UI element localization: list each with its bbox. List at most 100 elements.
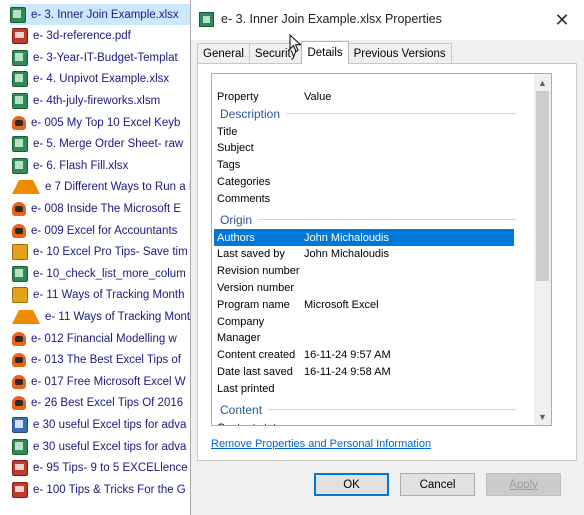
file-list-item[interactable]: e- 008 Inside The Microsoft E bbox=[12, 198, 202, 219]
property-list[interactable]: Property Value Description Title Subject Ta… bbox=[211, 73, 552, 426]
audio-file-icon bbox=[12, 396, 26, 411]
file-list-item[interactable]: e- 26 Best Excel Tips Of 2016 bbox=[12, 393, 202, 414]
property-row[interactable]: Subject bbox=[214, 140, 514, 157]
property-name: Subject bbox=[217, 142, 254, 155]
apply-button[interactable]: Apply bbox=[486, 473, 561, 496]
file-list-item[interactable]: e- 017 Free Microsoft Excel W bbox=[12, 371, 202, 392]
section-title-label: Description bbox=[220, 106, 281, 121]
property-list-scrollbar[interactable]: ▲ ▼ bbox=[534, 74, 551, 425]
pdf-file-icon bbox=[12, 28, 28, 45]
xlsx-file-icon bbox=[10, 6, 26, 23]
file-name: e- 012 Financial Modelling w bbox=[31, 332, 177, 345]
audio-file-icon bbox=[12, 115, 26, 130]
file-list-item[interactable]: e- 4th-july-fireworks.xlsm bbox=[12, 90, 202, 111]
dialog-titlebar[interactable]: e- 3. Inner Join Example.xlsx Properties… bbox=[191, 0, 584, 40]
vlc-file-icon bbox=[12, 309, 40, 324]
file-name: e- 95 Tips- 9 to 5 EXCELlence bbox=[33, 462, 188, 475]
file-name: e- 5. Merge Order Sheet- raw bbox=[33, 138, 184, 151]
file-name: e 7 Different Ways to Run a M bbox=[45, 181, 199, 194]
property-row[interactable]: Manager bbox=[214, 330, 514, 347]
scroll-thumb[interactable] bbox=[536, 91, 549, 281]
xlsx-file-icon bbox=[12, 71, 28, 88]
property-row[interactable]: Title bbox=[214, 123, 514, 140]
file-list-item[interactable]: e- 3d-reference.pdf bbox=[12, 26, 202, 47]
file-name: e- 3d-reference.pdf bbox=[33, 30, 131, 43]
remove-properties-link[interactable]: Remove Properties and Personal Informati… bbox=[211, 438, 431, 450]
file-list-item[interactable]: e- 4. Unpivot Example.xlsx bbox=[12, 69, 202, 90]
property-name: Categories bbox=[217, 175, 271, 188]
file-name: e- 11 Ways of Tracking Month bbox=[33, 289, 185, 302]
zip-file-icon bbox=[12, 287, 28, 304]
file-list-item[interactable]: e- 11 Ways of Tracking Month bbox=[12, 285, 202, 306]
property-row[interactable]: Comments bbox=[214, 190, 514, 207]
property-row[interactable]: Authors John Michaloudis bbox=[214, 229, 514, 246]
property-column-header[interactable]: Property bbox=[217, 91, 259, 103]
file-list-item[interactable]: e- 005 My Top 10 Excel Keyb bbox=[12, 112, 202, 133]
property-row[interactable]: Tags bbox=[214, 157, 514, 174]
tab-previous-versions[interactable]: Previous Versions bbox=[347, 43, 452, 64]
properties-dialog: e- 3. Inner Join Example.xlsx Properties… bbox=[190, 0, 584, 515]
audio-file-icon bbox=[12, 201, 26, 216]
close-button[interactable]: ✕ bbox=[539, 0, 584, 40]
file-list-item[interactable]: e- 6. Flash Fill.xlsx bbox=[12, 155, 202, 176]
property-row[interactable]: Last printed bbox=[214, 380, 514, 397]
property-row[interactable]: Last saved by John Michaloudis bbox=[214, 246, 514, 263]
file-list-item[interactable]: e- 012 Financial Modelling w bbox=[12, 328, 202, 349]
property-name: Last printed bbox=[217, 382, 275, 395]
property-name: Content status bbox=[217, 422, 288, 426]
scroll-up-button[interactable]: ▲ bbox=[534, 74, 551, 91]
file-name: e- 6. Flash Fill.xlsx bbox=[33, 159, 129, 172]
property-row[interactable]: Version number bbox=[214, 279, 514, 296]
file-name: e- 10 Excel Pro Tips- Save tim bbox=[33, 246, 188, 259]
property-name: Program name bbox=[217, 298, 290, 311]
property-row[interactable]: Content status bbox=[214, 419, 514, 426]
property-row[interactable]: Company bbox=[214, 313, 514, 330]
file-list-item[interactable]: e- 11 Ways of Tracking Month bbox=[12, 306, 202, 327]
property-name: Last saved by bbox=[217, 248, 285, 261]
file-list-item[interactable]: e- 10 Excel Pro Tips- Save tim bbox=[12, 242, 202, 263]
property-name: Tags bbox=[217, 159, 241, 172]
audio-file-icon bbox=[12, 223, 26, 238]
file-list-item[interactable]: e- 3-Year-IT-Budget-Templat bbox=[12, 47, 202, 68]
file-list-item[interactable]: e- 95 Tips- 9 to 5 EXCELlence bbox=[12, 458, 202, 479]
file-list-item[interactable]: e- 100 Tips & Tricks For the G bbox=[12, 479, 202, 500]
file-name: e- 4. Unpivot Example.xlsx bbox=[33, 73, 170, 86]
ok-button[interactable]: OK bbox=[314, 473, 389, 496]
section-title-label: Content bbox=[220, 402, 263, 417]
file-name: e- 26 Best Excel Tips Of 2016 bbox=[31, 397, 184, 410]
property-row[interactable]: Date last saved 16-11-24 9:58 AM bbox=[214, 363, 514, 380]
file-name: e 30 useful Excel tips for adva bbox=[33, 440, 187, 453]
chevron-up-icon: ▲ bbox=[538, 77, 547, 88]
file-list-item[interactable]: e- 013 The Best Excel Tips of bbox=[12, 350, 202, 371]
property-row[interactable]: Categories bbox=[214, 173, 514, 190]
pdf-file-icon bbox=[12, 460, 28, 477]
property-row[interactable]: Content created 16-11-24 9:57 AM bbox=[214, 347, 514, 364]
property-name: Authors bbox=[217, 231, 255, 244]
close-icon: ✕ bbox=[554, 9, 570, 30]
file-list-item[interactable]: e- 009 Excel for Accountants bbox=[12, 220, 202, 241]
zip-file-icon bbox=[12, 244, 28, 261]
value-column-header[interactable]: Value bbox=[304, 91, 331, 103]
scroll-down-button[interactable]: ▼ bbox=[534, 408, 551, 425]
property-list-header: Property Value bbox=[214, 88, 514, 105]
file-list-item[interactable]: e 30 useful Excel tips for adva bbox=[12, 414, 202, 435]
cancel-button[interactable]: Cancel bbox=[400, 473, 475, 496]
xlsx-file-icon bbox=[12, 157, 28, 174]
section-title-description: Description bbox=[220, 105, 516, 122]
property-row[interactable]: Program name Microsoft Excel bbox=[214, 296, 514, 313]
file-list-item[interactable]: e 7 Different Ways to Run a M bbox=[12, 177, 202, 198]
property-name: Comments bbox=[217, 192, 271, 205]
dialog-title: e- 3. Inner Join Example.xlsx Properties bbox=[221, 12, 442, 26]
file-name: e- 100 Tips & Tricks For the G bbox=[33, 483, 186, 496]
tab-details[interactable]: Details bbox=[301, 41, 349, 64]
file-list-item[interactable]: e- 3. Inner Join Example.xlsx bbox=[10, 4, 190, 25]
details-panel: Property Value Description Title Subject Ta… bbox=[197, 63, 577, 461]
file-name: e- 013 The Best Excel Tips of bbox=[31, 354, 182, 367]
file-list-item[interactable]: e- 10_check_list_more_colum bbox=[12, 263, 202, 284]
tab-general[interactable]: General bbox=[197, 43, 250, 64]
property-name: Version number bbox=[217, 281, 295, 294]
chevron-down-icon: ▼ bbox=[538, 411, 547, 422]
file-list-item[interactable]: e 30 useful Excel tips for adva bbox=[12, 436, 202, 457]
file-list-item[interactable]: e- 5. Merge Order Sheet- raw bbox=[12, 134, 202, 155]
property-row[interactable]: Revision number bbox=[214, 263, 514, 280]
